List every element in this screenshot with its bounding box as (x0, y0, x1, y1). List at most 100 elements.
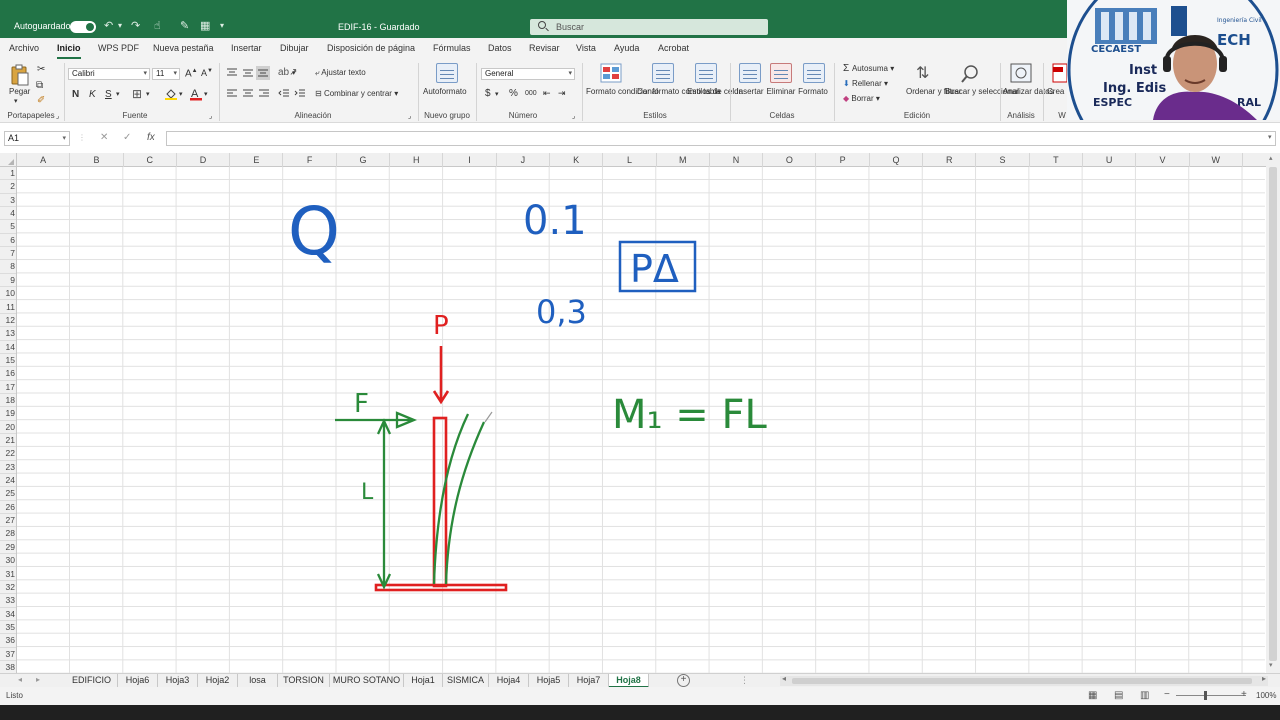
font-name-select[interactable]: Calibri ▾ (68, 68, 150, 80)
find-select-icon[interactable] (960, 64, 980, 84)
row-header-3[interactable]: 3 (0, 194, 16, 208)
page-break-icon[interactable]: ▥ (1140, 690, 1149, 701)
row-header-17[interactable]: 17 (0, 381, 16, 394)
format-table-icon[interactable] (652, 63, 674, 83)
insert-cells-icon[interactable] (739, 63, 761, 83)
sheet-prev-icon[interactable]: ◂ (18, 675, 22, 684)
row-header-4[interactable]: 4 (0, 207, 16, 221)
row-header-37[interactable]: 37 (0, 648, 16, 661)
sheet-tab-hoja1[interactable]: Hoja1 (404, 674, 443, 688)
row-header-29[interactable]: 29 (0, 541, 16, 555)
scroll-right-icon[interactable]: ▸ (1262, 674, 1266, 683)
clipboard-launcher-icon[interactable]: ⌟ (56, 112, 59, 120)
align-left-icon[interactable] (226, 89, 238, 99)
column-header-w[interactable]: W (1190, 153, 1243, 167)
tab-ayuda[interactable]: Ayuda (614, 43, 639, 53)
column-header-n[interactable]: N (710, 153, 764, 167)
underline-button[interactable]: S (105, 89, 112, 100)
tab-disposicion[interactable]: Disposición de página (327, 43, 415, 53)
sheet-tab-losa[interactable]: losa (238, 674, 278, 688)
underline-dropdown-icon[interactable]: ▾ (116, 90, 120, 98)
fill-color-icon[interactable] (165, 88, 177, 100)
customize-toolbar-icon[interactable]: ▾ (220, 21, 224, 30)
column-header-p[interactable]: P (817, 153, 870, 167)
conditional-format-icon[interactable] (600, 63, 622, 83)
undo-icon[interactable]: ↶ (104, 19, 113, 32)
row-header-23[interactable]: 23 (0, 461, 16, 475)
sheet-tab-hoja7[interactable]: Hoja7 (569, 674, 609, 688)
tab-split-grip-icon[interactable]: ⋮ (740, 675, 749, 686)
row-header-20[interactable]: 20 (0, 421, 16, 434)
row-header-13[interactable]: 13 (0, 327, 16, 341)
autosum-button[interactable]: Σ Autosuma ▾ (843, 63, 894, 74)
column-header-f[interactable]: F (284, 153, 337, 167)
sheet-tab-hoja3[interactable]: Hoja3 (158, 674, 198, 688)
format-painter-icon[interactable]: ✐ (37, 95, 45, 106)
increase-font-icon[interactable]: A▲ (185, 68, 198, 79)
align-middle-icon[interactable] (242, 68, 254, 78)
number-format-select[interactable]: General ▾ (481, 68, 575, 80)
column-header-a[interactable]: A (17, 153, 71, 167)
insert-function-icon[interactable]: fx (147, 132, 155, 143)
column-header-v[interactable]: V (1136, 153, 1190, 167)
percent-button[interactable]: % (509, 88, 518, 99)
column-header-u[interactable]: U (1083, 153, 1137, 167)
row-header-5[interactable]: 5 (0, 220, 16, 234)
increase-indent-icon[interactable] (294, 89, 306, 99)
align-top-icon[interactable] (226, 68, 238, 78)
column-header-b[interactable]: B (70, 153, 124, 167)
paste-dropdown-icon[interactable]: ▾ (14, 97, 18, 105)
row-header-16[interactable]: 16 (0, 367, 16, 381)
sheet-tab-sismica[interactable]: SISMICA (443, 674, 489, 688)
undo-dropdown-icon[interactable]: ▾ (118, 21, 122, 30)
column-header-e[interactable]: E (230, 153, 284, 167)
sort-filter-button[interactable]: Ordenar y filtrar (906, 87, 962, 97)
add-sheet-button[interactable]: + (677, 674, 690, 687)
horizontal-scrollbar[interactable]: ◂ ▸ (780, 674, 1268, 686)
row-header-32[interactable]: 32 (0, 581, 16, 595)
fill-dropdown-icon[interactable]: ▾ (179, 90, 183, 98)
row-header-24[interactable]: 24 (0, 474, 16, 488)
merge-center-button[interactable]: ⊟ Combinar y centrar ▾ (315, 89, 398, 98)
column-header-t[interactable]: T (1030, 153, 1083, 167)
row-header-1[interactable]: 1 (0, 167, 16, 181)
row-header-35[interactable]: 35 (0, 621, 16, 635)
cell-styles-button[interactable]: Estilos de celda (687, 87, 743, 97)
row-header-6[interactable]: 6 (0, 234, 16, 248)
tab-inicio[interactable]: Inicio (57, 43, 81, 59)
font-color-icon[interactable]: A (190, 87, 202, 101)
align-center-icon[interactable] (242, 89, 254, 99)
tab-wps-pdf[interactable]: WPS PDF (98, 43, 139, 53)
conditional-format-button[interactable]: Formato condicional (586, 87, 658, 97)
cut-icon[interactable]: ✂ (37, 64, 45, 75)
row-header-36[interactable]: 36 (0, 634, 16, 648)
paste-button[interactable] (10, 64, 30, 86)
sheet-tab-edificio[interactable]: EDIFICIO (66, 674, 118, 688)
tab-insertar[interactable]: Insertar (231, 43, 262, 53)
sheet-next-icon[interactable]: ▸ (36, 675, 40, 684)
autoformat-icon[interactable] (436, 63, 458, 83)
row-header-28[interactable]: 28 (0, 527, 16, 541)
vertical-scrollbar[interactable]: ▴ ▾ (1266, 153, 1280, 673)
expand-formula-icon[interactable]: ▾ (1268, 133, 1272, 141)
sheet-tab-hoja2[interactable]: Hoja2 (198, 674, 238, 688)
sheet-tab-hoja6[interactable]: Hoja6 (118, 674, 158, 688)
page-layout-icon[interactable]: ▤ (1114, 690, 1123, 701)
font-color-dropdown-icon[interactable]: ▾ (204, 90, 208, 98)
row-header-15[interactable]: 15 (0, 354, 16, 368)
row-header-7[interactable]: 7 (0, 247, 16, 261)
zoom-slider[interactable] (1176, 695, 1246, 696)
row-header-33[interactable]: 33 (0, 594, 16, 608)
analyze-data-icon[interactable] (1010, 63, 1032, 83)
draw-icon[interactable]: ✎ (180, 19, 189, 32)
cancel-icon[interactable]: ✕ (100, 132, 108, 143)
column-header-q[interactable]: Q (870, 153, 924, 167)
wrap-text-button[interactable]: ⤶ Ajustar texto (315, 68, 366, 78)
form-icon[interactable]: ▦ (200, 19, 210, 32)
tab-archivo[interactable]: Archivo (9, 43, 39, 53)
decrease-font-icon[interactable]: A▼ (201, 68, 213, 78)
row-header-18[interactable]: 18 (0, 394, 16, 408)
document-title[interactable]: EDIF-16 - Guardado (338, 22, 420, 32)
alignment-launcher-icon[interactable]: ⌟ (408, 112, 411, 120)
column-header-d[interactable]: D (177, 153, 231, 167)
